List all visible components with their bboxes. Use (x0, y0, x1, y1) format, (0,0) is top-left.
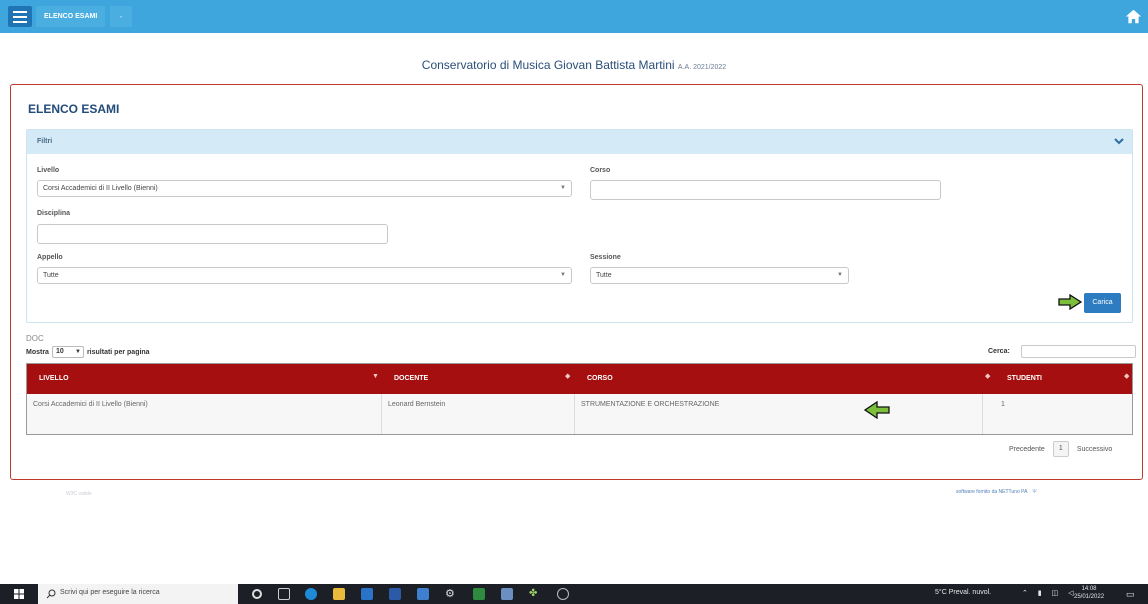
sort-icon[interactable]: ◆ (565, 364, 570, 390)
page-title: ELENCO ESAMI (28, 102, 120, 116)
institution-title: Conservatorio di Musica Giovan Battista … (0, 58, 1148, 72)
appello-select-value: Tutte (43, 272, 59, 279)
cell-corso: STRUMENTAZIONE E ORCHESTRAZIONE (575, 394, 983, 434)
windows-start-icon[interactable] (14, 589, 24, 599)
show-suffix: risultati per pagina (86, 348, 150, 356)
sort-icon[interactable]: ◆ (1124, 364, 1129, 390)
cell-docente: Leonard Bernstein (382, 394, 575, 434)
chrome-icon[interactable] (557, 588, 569, 600)
left-arrow-icon (864, 401, 890, 419)
os-taskbar: Scrivi qui per eseguire la ricerca ⚙ ✤ 5… (0, 584, 1148, 604)
academic-year: A.A. 2021/2022 (677, 64, 727, 71)
cell-studenti: 1 (1001, 401, 1005, 408)
notifications-icon[interactable]: ▭ (1126, 589, 1135, 600)
previous-page-button[interactable]: Precedente (1009, 446, 1045, 453)
corso-label: Corso (590, 167, 611, 174)
institution-name: Conservatorio di Musica Giovan Battista … (421, 58, 675, 72)
appello-label: Appello (37, 254, 63, 261)
system-clock[interactable]: 14:08 25/01/2022 (1074, 585, 1104, 601)
search-icon (46, 589, 56, 599)
search-label: Cerca: (988, 348, 1010, 355)
sort-icon[interactable]: ▼ (372, 364, 379, 390)
word-icon[interactable] (389, 588, 401, 600)
doc-label: DOC (26, 334, 44, 343)
page-number-button[interactable]: 1 (1052, 441, 1069, 457)
hamburger-menu-icon[interactable] (8, 6, 32, 27)
system-tray-icons[interactable]: ⌃ ▮ ◫ ◁ (1022, 589, 1078, 597)
cell-livello: Corsi Accademici di II Livello (Bienni) (27, 394, 382, 434)
page-length-control: Mostra 10 ▼ risultati per pagina (26, 346, 150, 358)
table-header: LIVELLO ▼ DOCENTE ◆ CORSO ◆ STUDENTI ◆ (27, 364, 1132, 394)
disciplina-label: Disciplina (37, 210, 71, 217)
next-page-button[interactable]: Successivo (1077, 446, 1112, 453)
cortana-icon[interactable] (252, 589, 262, 599)
app-icon[interactable] (501, 588, 513, 600)
task-view-icon[interactable] (278, 588, 290, 600)
select-arrow-icon: ▼ (560, 272, 566, 278)
search-input[interactable] (1021, 345, 1136, 358)
file-explorer-icon[interactable] (333, 588, 345, 600)
filters-section: Filtri Livello Corsi Accademici di II Li… (26, 129, 1133, 323)
page-length-select[interactable]: 10 ▼ (51, 346, 84, 358)
vendor-credit-text: software fornito da NETTuno PA (956, 489, 1028, 495)
select-arrow-icon: ▼ (837, 272, 843, 278)
livello-label: Livello (37, 167, 60, 174)
breadcrumb-elenco-esami[interactable]: ELENCO ESAMI (36, 6, 106, 27)
right-arrow-icon (1058, 294, 1082, 310)
column-header-docente[interactable]: DOCENTE (382, 364, 575, 394)
filters-header[interactable]: Filtri (27, 130, 1132, 154)
w3c-badge[interactable]: W3C valido (66, 491, 92, 497)
filters-header-label: Filtri (37, 138, 53, 145)
show-prefix: Mostra (26, 348, 49, 356)
excel-icon[interactable] (473, 588, 485, 600)
vendor-logo: Ψ (1032, 489, 1037, 495)
column-header-studenti[interactable]: STUDENTI (995, 364, 1134, 394)
livello-select-value: Corsi Accademici di II Livello (Bienni) (43, 185, 158, 192)
weather-widget[interactable]: 5°C Preval. nuvol. (935, 589, 991, 596)
exams-table: LIVELLO ▼ DOCENTE ◆ CORSO ◆ STUDENTI ◆ C… (26, 363, 1133, 435)
edge-browser-icon[interactable] (305, 588, 317, 600)
breadcrumb-separator: - (110, 6, 132, 27)
exam-list-panel: ELENCO ESAMI Filtri Livello Corsi Accade… (10, 84, 1143, 480)
livello-select[interactable]: Corsi Accademici di II Livello (Bienni) … (37, 180, 572, 197)
clock-date: 25/01/2022 (1074, 594, 1105, 600)
sessione-select-value: Tutte (596, 272, 612, 279)
page-length-value: 10 (55, 348, 64, 355)
corso-input[interactable] (590, 180, 941, 200)
column-header-corso[interactable]: CORSO (575, 364, 983, 394)
sessione-select[interactable]: Tutte ▼ (590, 267, 849, 284)
network-app-icon[interactable]: ✤ (529, 588, 541, 600)
settings-gear-icon[interactable]: ⚙ (445, 588, 457, 600)
column-header-livello[interactable]: LIVELLO (27, 364, 382, 394)
carica-button[interactable]: Carica (1084, 293, 1121, 313)
taskbar-search-placeholder: Scrivi qui per eseguire la ricerca (60, 589, 160, 596)
sort-icon[interactable]: ◆ (985, 364, 990, 390)
select-arrow-icon: ▼ (75, 349, 81, 355)
table-row[interactable]: Corsi Accademici di II Livello (Bienni) … (27, 394, 1132, 434)
sessione-label: Sessione (590, 254, 621, 261)
mail-icon[interactable] (417, 588, 429, 600)
disciplina-input[interactable] (37, 224, 388, 244)
appello-select[interactable]: Tutte ▼ (37, 267, 572, 284)
select-arrow-icon: ▼ (560, 185, 566, 191)
vendor-credit[interactable]: software fornito da NETTuno PA Ψ (956, 489, 1037, 495)
clock-time: 14:08 (1081, 586, 1097, 592)
pagination: Precedente 1 Successivo (1009, 441, 1112, 457)
outlook-icon[interactable] (361, 588, 373, 600)
home-icon[interactable] (1125, 8, 1142, 25)
taskbar-search-box[interactable]: Scrivi qui per eseguire la ricerca (38, 584, 238, 604)
top-navbar: ELENCO ESAMI - (0, 0, 1148, 33)
chevron-down-icon[interactable] (1114, 136, 1124, 146)
